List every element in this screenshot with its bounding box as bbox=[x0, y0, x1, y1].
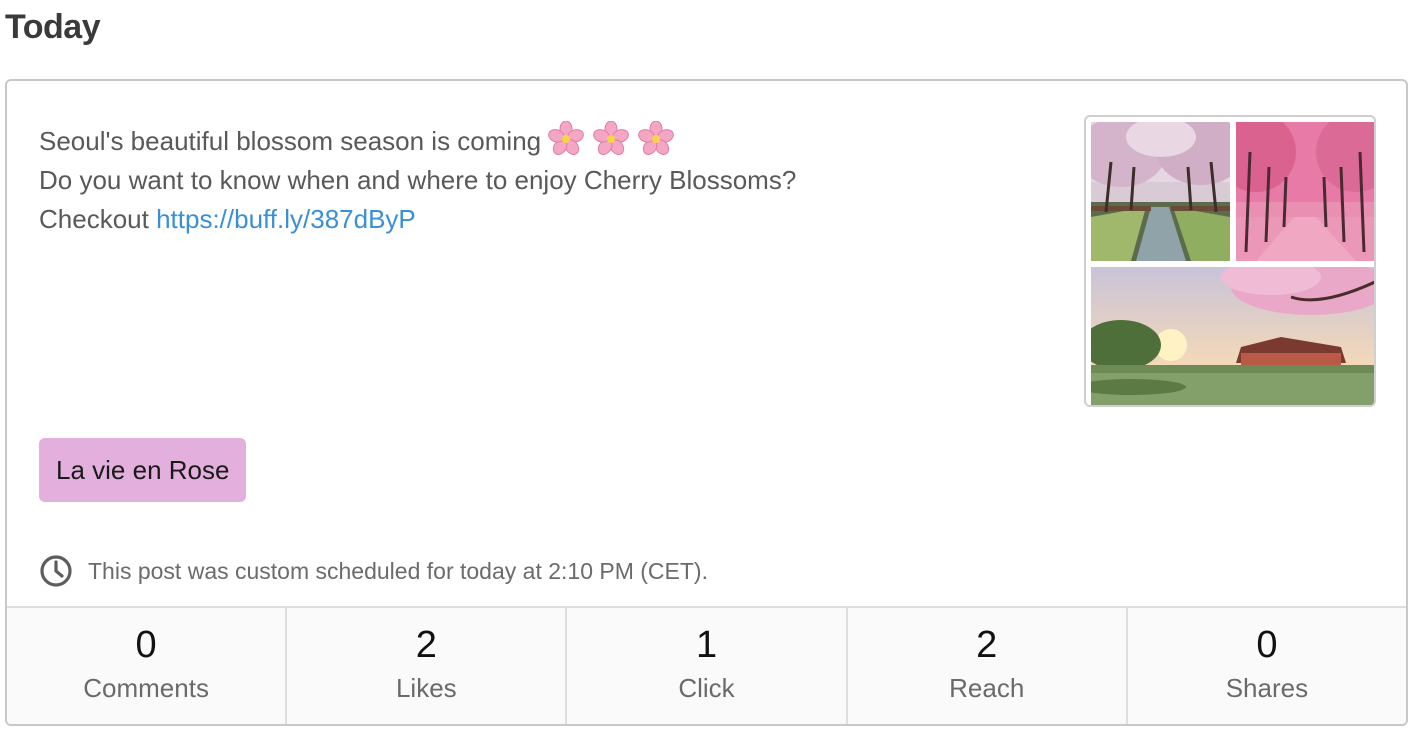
palace-pond-blossom-photo[interactable] bbox=[1091, 267, 1374, 405]
campaign-tag[interactable]: La vie en Rose bbox=[39, 438, 247, 502]
media-grid bbox=[1084, 115, 1376, 407]
stat-label: Comments bbox=[83, 673, 209, 703]
pink-tree-avenue-photo[interactable] bbox=[1236, 122, 1374, 261]
cherry-blossom-icon bbox=[638, 121, 675, 155]
post-line-2: Do you want to know when and where to en… bbox=[39, 165, 797, 195]
cherry-blossom-canal-photo[interactable] bbox=[1091, 122, 1230, 261]
stat-likes[interactable]: 2 Likes bbox=[287, 608, 568, 724]
post-text: Seoul's beautiful blossom season is comi… bbox=[39, 121, 1039, 239]
stat-label: Shares bbox=[1225, 673, 1309, 703]
stat-value: 2 bbox=[415, 624, 437, 666]
post-line-1-text: Seoul's beautiful blossom season is comi… bbox=[39, 126, 542, 156]
post-line-3: Checkout https://buff.ly/387dByP bbox=[39, 200, 1039, 239]
stat-label: Likes bbox=[395, 673, 457, 703]
post-line-1: Seoul's beautiful blossom season is comi… bbox=[39, 121, 1039, 161]
cherry-blossom-icon bbox=[593, 121, 630, 155]
day-heading: Today bbox=[5, 8, 101, 46]
stat-label: Click bbox=[678, 673, 735, 703]
stat-value: 0 bbox=[1256, 624, 1278, 666]
clock-icon bbox=[40, 555, 72, 587]
stat-clicks[interactable]: 1 Click bbox=[567, 608, 848, 724]
stat-label: Reach bbox=[949, 673, 1025, 703]
post-stats: 0 Comments 2 Likes 1 Click 2 Reach 0 Sha… bbox=[7, 606, 1406, 724]
stat-value: 1 bbox=[695, 624, 718, 666]
stat-value: 0 bbox=[135, 624, 157, 666]
stat-shares[interactable]: 0 Shares bbox=[1128, 608, 1406, 724]
schedule-text: This post was custom scheduled for today… bbox=[88, 557, 708, 584]
stat-comments[interactable]: 0 Comments bbox=[7, 608, 288, 724]
post-card: Seoul's beautiful blossom season is comi… bbox=[5, 79, 1408, 726]
cherry-blossom-icon bbox=[548, 121, 585, 155]
stat-value: 2 bbox=[976, 624, 998, 666]
stat-reach[interactable]: 2 Reach bbox=[848, 608, 1128, 724]
post-link[interactable]: https://buff.ly/387dByP bbox=[156, 204, 416, 234]
schedule-info: This post was custom scheduled for today… bbox=[39, 554, 708, 588]
post-line-3-prefix: Checkout bbox=[39, 204, 157, 234]
